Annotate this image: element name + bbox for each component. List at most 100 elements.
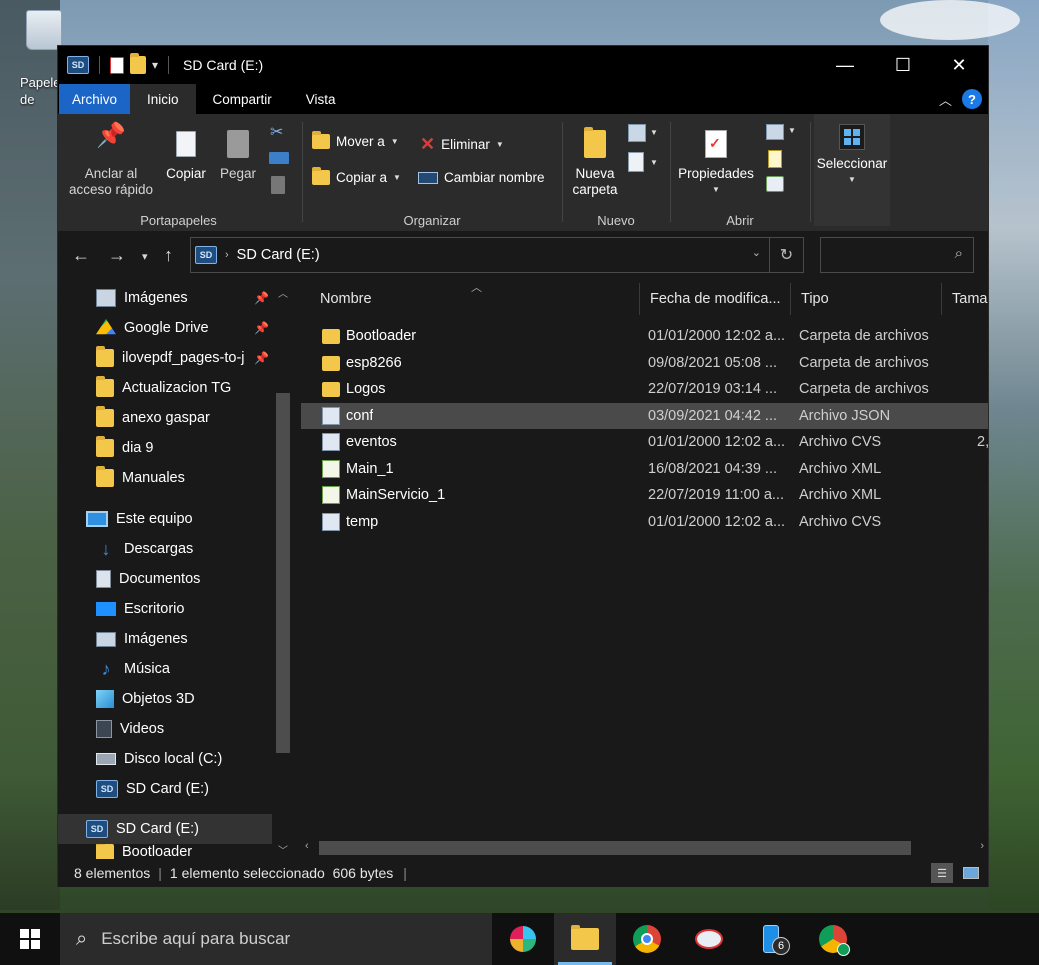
pin-icon[interactable]: 📌 bbox=[254, 321, 269, 335]
nav-item-ilovepdf[interactable]: ilovepdf_pages-to-j 📌 bbox=[58, 343, 272, 373]
file-name: Bootloader bbox=[346, 328, 417, 344]
column-nombre[interactable]: Nombre bbox=[310, 283, 640, 315]
nav-item-sd-card[interactable]: SD SD Card (E:) bbox=[58, 774, 272, 804]
recycle-bin-desktop-icon[interactable]: Papelera de reciclaje bbox=[14, 10, 74, 110]
scroll-down-icon[interactable]: ﹀ bbox=[278, 842, 288, 857]
nav-item-descargas[interactable]: ↓ Descargas bbox=[58, 534, 272, 564]
history-icon[interactable] bbox=[766, 176, 784, 192]
move-to-button[interactable]: Mover a ▼ bbox=[312, 131, 399, 149]
start-button[interactable] bbox=[0, 913, 60, 965]
pin-icon[interactable]: 📌 bbox=[254, 291, 269, 305]
snipping-app-button[interactable] bbox=[678, 913, 740, 965]
file-row[interactable]: Logos 22/07/2019 03:14 ... Carpeta de arch… bbox=[301, 376, 988, 402]
rename-button[interactable]: Cambiar nombre bbox=[418, 170, 545, 185]
search-icon[interactable]: ⌕ bbox=[955, 245, 963, 262]
easy-access-icon[interactable] bbox=[628, 152, 644, 172]
slack-app-button[interactable] bbox=[492, 913, 554, 965]
forward-icon[interactable]: → bbox=[108, 245, 126, 266]
paste-button[interactable]: Pegar bbox=[215, 128, 261, 182]
nav-item-este-equipo[interactable]: Este equipo bbox=[58, 504, 272, 534]
refresh-icon[interactable]: ↻ bbox=[769, 238, 803, 272]
nav-item-escritorio[interactable]: Escritorio bbox=[58, 594, 272, 624]
column-fecha[interactable]: Fecha de modifica... bbox=[639, 283, 790, 315]
search-input[interactable]: ⌕ bbox=[820, 237, 974, 273]
tab-compartir[interactable]: Compartir bbox=[196, 84, 289, 114]
scroll-up-icon[interactable]: ︿ bbox=[278, 285, 288, 300]
phone-app-button[interactable]: 6 bbox=[740, 913, 802, 965]
copy-path-icon[interactable] bbox=[269, 152, 289, 164]
nav-item-videos[interactable]: Videos bbox=[58, 714, 272, 744]
recent-locations-icon[interactable]: ▾ bbox=[142, 250, 148, 263]
nav-item-musica[interactable]: ♪ Música bbox=[58, 654, 272, 684]
details-view-icon[interactable]: ☰ bbox=[931, 863, 953, 883]
nav-item-actualizacion-tg[interactable]: Actualizacion TG bbox=[58, 373, 272, 403]
file-row[interactable]: esp8266 09/08/2021 05:08 ... Carpeta de ar… bbox=[301, 350, 988, 376]
nav-item-imagenes-quick[interactable]: Imágenes 📌 bbox=[58, 283, 272, 313]
column-tipo[interactable]: Tipo bbox=[790, 283, 941, 315]
cut-icon[interactable]: ✂ bbox=[270, 122, 283, 142]
minimize-button[interactable]: — bbox=[816, 46, 874, 84]
delete-button[interactable]: ✕ Eliminar ▼ bbox=[420, 134, 504, 155]
tab-archivo[interactable]: Archivo bbox=[59, 84, 131, 114]
pin-quick-access-button[interactable]: 📌 Anclar al acceso rápido bbox=[66, 124, 156, 198]
nav-item-sd-card-root[interactable]: SD SD Card (E:) bbox=[58, 814, 272, 844]
nav-pane-scrollbar[interactable]: ︿ ﹀ bbox=[273, 283, 293, 859]
file-type: Archivo XML bbox=[799, 487, 882, 503]
select-button[interactable]: Seleccionar ▼ bbox=[814, 124, 890, 188]
new-folder-quick-icon[interactable] bbox=[130, 53, 146, 74]
up-icon[interactable]: ↑ bbox=[164, 245, 173, 266]
chrome-profile-app-button[interactable] bbox=[802, 913, 864, 965]
collapse-ribbon-icon[interactable]: ︿ bbox=[939, 90, 952, 109]
file-list-horizontal-scrollbar[interactable]: ‹ › bbox=[301, 838, 988, 858]
paste-shortcut-icon[interactable] bbox=[271, 176, 285, 194]
pin-icon[interactable]: 📌 bbox=[254, 351, 269, 365]
address-bar[interactable]: SD › SD Card (E:) ⌄ ↻ bbox=[190, 237, 804, 273]
tab-inicio[interactable]: Inicio bbox=[130, 84, 196, 114]
copy-to-button[interactable]: Copiar a ▼ bbox=[312, 167, 401, 185]
file-row[interactable]: MainServicio_1 22/07/2019 11:00 a... Archi… bbox=[301, 482, 988, 508]
chrome-app-button[interactable] bbox=[616, 913, 678, 965]
scrollbar-thumb[interactable] bbox=[319, 841, 911, 855]
properties-quick-icon[interactable] bbox=[110, 56, 124, 74]
properties-button[interactable]: ✓ Propiedades ▼ bbox=[674, 128, 758, 198]
taskbar-search-input[interactable]: ⌕ Escribe aquí para buscar bbox=[60, 913, 492, 965]
chevron-down-icon[interactable]: ▼ bbox=[650, 158, 658, 167]
nav-item-dia-9[interactable]: dia 9 bbox=[58, 433, 272, 463]
nav-item-manuales[interactable]: Manuales bbox=[58, 463, 272, 493]
open-icon[interactable] bbox=[766, 124, 784, 140]
file-row[interactable]: Main_1 16/08/2021 04:39 ... Archivo XML bbox=[301, 456, 988, 482]
help-icon[interactable]: ? bbox=[962, 89, 982, 109]
breadcrumb-separator-icon[interactable]: › bbox=[225, 249, 229, 261]
nav-item-google-drive[interactable]: Google Drive 📌 bbox=[58, 313, 272, 343]
maximize-button[interactable]: ☐ bbox=[874, 46, 932, 84]
large-icons-view-icon[interactable] bbox=[960, 863, 982, 883]
chevron-down-icon[interactable]: ▼ bbox=[788, 126, 796, 135]
copy-button[interactable]: Copiar bbox=[162, 128, 210, 182]
file-row[interactable]: temp 01/01/2000 12:02 a... Archivo CVS bbox=[301, 509, 988, 535]
quick-access-toolbar-dropdown-icon[interactable]: ▾ bbox=[152, 58, 158, 72]
new-item-icon[interactable] bbox=[628, 124, 646, 142]
nav-item-documentos[interactable]: Documentos bbox=[58, 564, 272, 594]
nav-item-anexo-gaspar[interactable]: anexo gaspar bbox=[58, 403, 272, 433]
tab-vista[interactable]: Vista bbox=[289, 84, 353, 114]
file-row[interactable]: conf 03/09/2021 04:42 ... Archivo JSON bbox=[301, 402, 988, 429]
back-icon[interactable]: ← bbox=[72, 245, 90, 266]
scrollbar-thumb[interactable] bbox=[276, 393, 290, 753]
chevron-down-icon[interactable]: ▼ bbox=[650, 128, 658, 137]
nav-item-bootloader[interactable]: Bootloader bbox=[58, 844, 272, 859]
nav-item-disco-local[interactable]: Disco local (C:) bbox=[58, 744, 272, 774]
nav-item-imagenes[interactable]: Imágenes bbox=[58, 624, 272, 654]
nav-item-objetos-3d[interactable]: Objetos 3D bbox=[58, 684, 272, 714]
file-row[interactable]: eventos 01/01/2000 12:02 a... Archivo CVS 2… bbox=[301, 429, 988, 455]
scroll-left-icon[interactable]: ‹ bbox=[305, 840, 309, 852]
file-explorer-app-button[interactable] bbox=[554, 913, 616, 965]
column-tamano[interactable]: Tamaño bbox=[941, 283, 988, 315]
edit-icon[interactable] bbox=[768, 150, 782, 168]
nav-item-label: ilovepdf_pages-to-j bbox=[122, 350, 245, 366]
new-folder-button[interactable]: Nueva carpeta bbox=[566, 127, 624, 198]
close-button[interactable]: ✕ bbox=[930, 46, 988, 84]
breadcrumb[interactable]: SD Card (E:) bbox=[237, 247, 320, 263]
file-row[interactable]: Bootloader 01/01/2000 12:02 a... Carpeta d… bbox=[301, 323, 988, 349]
scroll-right-icon[interactable]: › bbox=[980, 840, 984, 852]
address-history-icon[interactable]: ⌄ bbox=[752, 246, 761, 259]
